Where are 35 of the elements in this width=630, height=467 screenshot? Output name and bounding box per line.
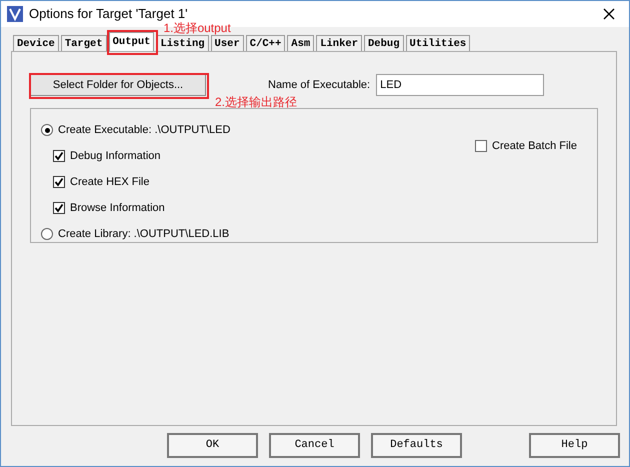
dialog-button[interactable]: Defaults: [371, 433, 462, 458]
tab[interactable]: Utilities: [406, 35, 470, 51]
annotation-text: 2.选择输出路径: [215, 94, 298, 111]
tab[interactable]: Debug: [364, 35, 404, 51]
option-label: Create Library: .\OUTPUT\LED.LIB: [58, 226, 230, 242]
tab[interactable]: Device: [13, 35, 59, 51]
highlight-frame: [106, 30, 158, 55]
checkbox[interactable]: [53, 176, 65, 188]
name-label: Name of Executable:: [268, 78, 370, 93]
dialog-button[interactable]: Cancel: [269, 433, 360, 458]
tab[interactable]: Linker: [316, 35, 362, 51]
option-label: Browse Information: [70, 200, 165, 216]
close-icon[interactable]: [603, 8, 615, 20]
window-title: Options for Target 'Target 1': [29, 5, 189, 22]
checkbox[interactable]: [53, 202, 65, 214]
tab[interactable]: C/C++: [246, 35, 286, 51]
dialog-button[interactable]: OK: [167, 433, 258, 458]
radio-button[interactable]: [41, 124, 53, 136]
tab[interactable]: Listing: [156, 35, 209, 51]
tab[interactable]: Output: [108, 32, 154, 51]
checkbox[interactable]: [53, 150, 65, 162]
checkbox[interactable]: [475, 140, 488, 152]
app-icon: [7, 6, 23, 22]
annotation-text: 1.选择output: [163, 21, 231, 37]
option-label: Create Executable: .\OUTPUT\LED: [58, 122, 230, 138]
option-label: Create HEX File: [70, 174, 150, 190]
option-label: Create Batch File: [492, 138, 577, 154]
option-label: Debug Information: [70, 148, 160, 164]
tab[interactable]: Target: [60, 35, 107, 51]
tab[interactable]: Asm: [287, 35, 314, 51]
select-folder-button[interactable]: Select Folder for Objects...: [30, 74, 206, 96]
tab[interactable]: User: [210, 35, 244, 51]
radio-button[interactable]: [41, 228, 53, 240]
name-field[interactable]: LED: [376, 74, 544, 96]
dialog-button[interactable]: Help: [529, 433, 620, 458]
